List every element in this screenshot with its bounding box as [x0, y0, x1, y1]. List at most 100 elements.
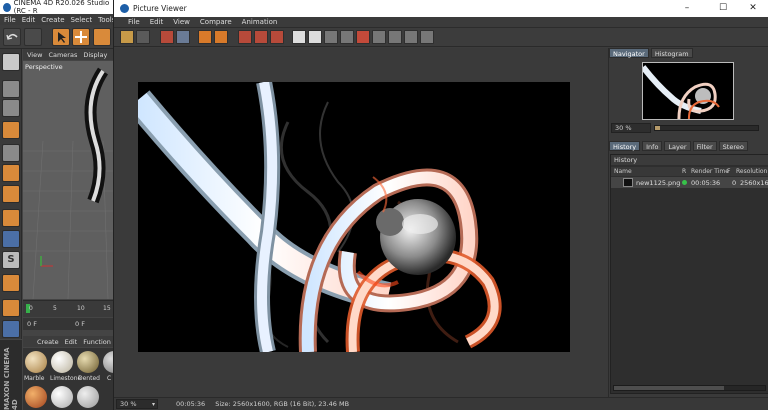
viewport-label: Perspective — [25, 63, 63, 71]
material-label: Dented — [78, 375, 100, 382]
status-zoom-field[interactable]: 30 % ▾ — [116, 399, 158, 409]
navigator-panel: Navigator Histogram 30 % History Info La… — [608, 48, 768, 397]
material-menu-create[interactable]: Create — [37, 338, 59, 346]
c4d-menu-select[interactable]: Select — [71, 16, 93, 24]
history-row[interactable]: new1125.png 00:05:36 0 2560x1600 — [611, 177, 768, 188]
history-columns: Name R Render Time F Resolution — [611, 167, 768, 176]
material-label: Marble — [24, 375, 45, 382]
compare-a-icon[interactable] — [198, 30, 212, 44]
cube-icon[interactable] — [2, 80, 20, 98]
material-swatch[interactable] — [51, 351, 73, 373]
frame-next-icon[interactable] — [270, 30, 284, 44]
viewport-tab-cameras[interactable]: Cameras — [48, 51, 77, 59]
texture-mode-icon[interactable] — [2, 185, 20, 203]
material-swatch[interactable] — [25, 351, 47, 373]
edges-mode-icon[interactable] — [2, 121, 20, 139]
redo-icon[interactable] — [24, 28, 42, 46]
c4d-left-palette: S — [0, 49, 22, 339]
c4d-menu-create[interactable]: Create — [41, 16, 64, 24]
tab-info[interactable]: Info — [642, 141, 663, 151]
c4d-toolbar — [0, 25, 117, 49]
workplane-icon[interactable] — [2, 299, 20, 317]
points-mode-icon[interactable] — [2, 99, 20, 117]
rendered-image — [138, 82, 570, 352]
save-icon[interactable] — [136, 30, 150, 44]
c4d-menu-edit[interactable]: Edit — [22, 16, 36, 24]
dropdown-arrow-icon[interactable]: ▾ — [152, 400, 155, 409]
stereo-icon[interactable] — [420, 30, 434, 44]
history-scrollbar[interactable] — [613, 385, 766, 391]
c4d-menu-file[interactable]: File — [4, 16, 16, 24]
column-render-time[interactable]: Render Time — [691, 168, 729, 175]
current-frame-field[interactable]: 0 F — [27, 320, 37, 328]
column-f[interactable]: F — [727, 168, 730, 175]
material-swatch[interactable] — [77, 351, 99, 373]
tab-layer[interactable]: Layer — [664, 141, 691, 151]
material-swatch[interactable] — [25, 386, 47, 408]
maximize-icon[interactable]: ☐ — [712, 2, 734, 15]
menu-edit[interactable]: Edit — [150, 18, 164, 26]
zoom-icon[interactable] — [176, 30, 190, 44]
column-resolution[interactable]: Resolution — [736, 168, 767, 175]
frame-prev-icon[interactable] — [254, 30, 268, 44]
minimize-icon[interactable]: – — [676, 2, 698, 15]
uv-mode-icon[interactable] — [2, 164, 20, 182]
tab-history[interactable]: History — [609, 141, 641, 151]
column-r[interactable]: R — [682, 168, 686, 175]
tab-filter[interactable]: Filter — [692, 141, 717, 151]
object-mode-icon[interactable] — [2, 53, 20, 71]
cross-move-icon[interactable] — [72, 28, 90, 46]
magnet-icon[interactable] — [2, 274, 20, 292]
history-resolution: 2560x1600 — [740, 179, 768, 187]
material-menu-edit[interactable]: Edit — [65, 338, 78, 346]
ab-swap-icon[interactable] — [340, 30, 354, 44]
undo-icon[interactable] — [3, 28, 21, 46]
material-swatch[interactable] — [77, 386, 99, 408]
grid-icon[interactable] — [2, 320, 20, 338]
perspective-viewport[interactable]: Perspective — [23, 61, 117, 299]
polygons-mode-icon[interactable] — [2, 144, 20, 162]
menu-file[interactable]: File — [128, 18, 140, 26]
channel-alpha-icon[interactable] — [308, 30, 322, 44]
tab-navigator[interactable]: Navigator — [609, 48, 649, 58]
menu-compare[interactable]: Compare — [200, 18, 232, 26]
viewport-tab-display[interactable]: Display — [83, 51, 107, 59]
open-icon[interactable] — [120, 30, 134, 44]
play-icon[interactable] — [372, 30, 386, 44]
channel-rgb-icon[interactable] — [292, 30, 306, 44]
menu-view[interactable]: View — [173, 18, 190, 26]
stop-icon[interactable] — [356, 30, 370, 44]
fps-icon[interactable] — [404, 30, 418, 44]
loop-icon[interactable] — [388, 30, 402, 44]
compare-b-icon[interactable] — [214, 30, 228, 44]
rotate-tool-icon[interactable] — [93, 28, 111, 46]
min-frame-field[interactable]: 0 F — [75, 320, 85, 328]
timeline[interactable]: 0 5 10 15 — [23, 300, 117, 317]
tab-stereo[interactable]: Stereo — [718, 141, 748, 151]
render-region-icon[interactable] — [160, 30, 174, 44]
material-menu-function[interactable]: Function — [83, 338, 111, 346]
material-swatch[interactable] — [51, 386, 73, 408]
frame-start-icon[interactable] — [238, 30, 252, 44]
navigator-zoom-field[interactable]: 30 % — [611, 123, 651, 133]
close-icon[interactable]: ✕ — [742, 2, 764, 15]
snap-icon[interactable] — [2, 230, 20, 248]
menu-animation[interactable]: Animation — [242, 18, 278, 26]
picture-viewer-title-bar: Picture Viewer – ☐ ✕ — [114, 0, 768, 17]
image-canvas[interactable] — [114, 48, 608, 397]
column-name[interactable]: Name — [614, 168, 632, 175]
navigator-thumbnail[interactable] — [642, 62, 734, 120]
navigator-zoom-slider[interactable] — [654, 125, 759, 131]
viewport-tab-view[interactable]: View — [27, 51, 42, 59]
c4d-title-bar: CINEMA 4D R20.026 Studio (RC - R — [0, 0, 117, 15]
tab-histogram[interactable]: Histogram — [650, 48, 693, 58]
move-tool-icon[interactable] — [52, 28, 70, 46]
timeline-tick: 5 — [53, 305, 57, 312]
history-scrollbar-thumb[interactable] — [614, 386, 724, 390]
material-manager-menu: Create Edit Function — [23, 336, 117, 347]
sculpt-s-icon[interactable]: S — [2, 251, 20, 269]
ab-compare-icon[interactable] — [324, 30, 338, 44]
axis-icon[interactable] — [2, 209, 20, 227]
picture-viewer-menu-bar: File Edit View Compare Animation — [114, 17, 768, 28]
navigator-zoom-fill — [655, 126, 661, 130]
